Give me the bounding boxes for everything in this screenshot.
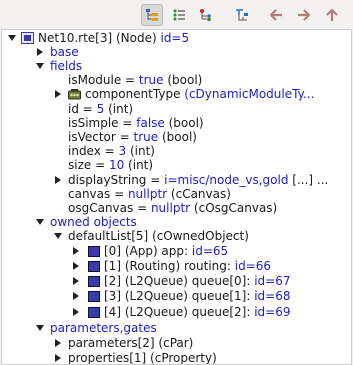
chevron-right-icon[interactable]: [72, 308, 80, 316]
arrow-up-icon: [326, 8, 338, 21]
chevron-right-icon[interactable]: [54, 339, 62, 347]
group-parameters-gates-label: parameters,gates: [50, 321, 157, 335]
chevron-right-icon[interactable]: [72, 292, 80, 300]
chevron-right-icon[interactable]: [72, 277, 80, 285]
module-icon: [88, 307, 100, 318]
flat-list-icon: [173, 9, 185, 21]
field-value: (cDynamicModuleTy...: [184, 87, 315, 101]
chevron-right-icon[interactable]: [72, 247, 80, 255]
properties-label: properties[1] (cProperty): [68, 351, 217, 365]
field-name: isSimple =: [68, 116, 137, 130]
item-label: [2] (L2Queue) queue[0]:: [104, 274, 255, 288]
chevron-right-icon[interactable]: [54, 176, 62, 184]
field-type: (bool): [163, 73, 203, 87]
field-componentType[interactable]: componentType (cDynamicModuleTy...: [2, 86, 351, 102]
component-type-icon: [68, 89, 81, 100]
field-type: (int): [124, 158, 154, 172]
inheritance-view-button[interactable]: [231, 4, 253, 26]
module-icon: [88, 246, 100, 257]
module-icon: [21, 32, 34, 44]
arrow-left-icon: [269, 9, 282, 21]
field-value: i=misc/node_vs,gold: [164, 173, 289, 187]
inheritance-tree-icon: [236, 9, 248, 21]
list-item[interactable]: [3] (L2Queue) queue[1]: id=68: [2, 288, 351, 304]
chevron-right-icon[interactable]: [54, 354, 62, 362]
item-id: id=68: [254, 289, 291, 303]
field-type: (bool): [158, 130, 197, 144]
chevron-right-icon[interactable]: [54, 90, 62, 98]
field-value: true: [133, 130, 159, 144]
item-id: id=69: [254, 305, 291, 319]
field-type: (bool): [164, 116, 204, 130]
field-name: isModule =: [68, 73, 139, 87]
field-value: true: [138, 73, 164, 87]
list-item[interactable]: [4] (L2Queue) queue[2]: id=69: [2, 304, 351, 320]
field-type: (cOsgCanvas): [190, 201, 278, 215]
chevron-down-icon[interactable]: [8, 34, 16, 42]
field-type: [...] ...: [288, 173, 329, 187]
group-by-category-button[interactable]: [141, 4, 163, 26]
children-tree-icon: [200, 9, 211, 22]
field-name: osgCanvas =: [68, 201, 151, 215]
field-value: 10: [108, 158, 125, 172]
flat-view-button[interactable]: [168, 4, 190, 26]
field-size[interactable]: size = 10 (int): [2, 157, 351, 173]
item-label: [4] (L2Queue) queue[2]:: [104, 305, 255, 319]
parameters-label: parameters[2] (cPar): [68, 336, 194, 350]
tree-node-parameters[interactable]: parameters[2] (cPar): [2, 335, 351, 351]
field-name: index =: [68, 144, 119, 158]
arrow-right-icon: [298, 9, 311, 21]
module-icon: [88, 276, 100, 287]
field-name: canvas =: [68, 187, 128, 201]
module-icon: [88, 261, 100, 272]
field-value: 3: [118, 144, 127, 158]
field-type: (int): [126, 144, 155, 158]
field-value: nullptr: [127, 187, 168, 201]
children-view-button[interactable]: [195, 4, 217, 26]
field-value: nullptr: [150, 201, 191, 215]
object-inspector-tree[interactable]: Net10.rte[3] (Node) id=5 base fields isM…: [1, 29, 352, 365]
chevron-down-icon[interactable]: [54, 232, 62, 240]
list-item[interactable]: [0] (App) app: id=65: [2, 243, 351, 259]
chevron-right-icon[interactable]: [72, 262, 80, 270]
item-id: id=66: [234, 259, 272, 273]
tree-node-parameters-gates[interactable]: parameters,gates: [2, 320, 351, 336]
item-label: [3] (L2Queue) queue[1]:: [104, 289, 255, 303]
list-item[interactable]: [1] (Routing) routing: id=66: [2, 258, 351, 274]
item-label: [0] (App) app:: [104, 244, 192, 258]
item-id: id=65: [191, 244, 229, 258]
field-name: displayString =: [68, 173, 165, 187]
tree-node-defaultList[interactable]: defaultList[5] (cOwnedObject): [2, 228, 351, 244]
defaultList-label: defaultList[5] (cOwnedObject): [68, 229, 249, 243]
field-type: (int): [104, 102, 134, 116]
chevron-down-icon[interactable]: [36, 62, 44, 70]
item-label: [1] (Routing) routing:: [104, 259, 235, 273]
field-name: id =: [68, 102, 97, 116]
field-value: false: [136, 116, 165, 130]
root-label: Net10.rte[3] (Node): [38, 31, 161, 45]
back-button[interactable]: [265, 4, 287, 26]
chevron-down-icon[interactable]: [36, 324, 44, 332]
chevron-right-icon[interactable]: [36, 48, 44, 56]
forward-button[interactable]: [293, 4, 315, 26]
field-name: componentType: [85, 87, 185, 101]
field-name: isVector =: [68, 130, 134, 144]
chevron-down-icon[interactable]: [36, 218, 44, 226]
field-name: size =: [68, 158, 109, 172]
tree-node-properties[interactable]: properties[1] (cProperty): [2, 350, 351, 365]
root-id: id=5: [160, 31, 190, 45]
list-item[interactable]: [2] (L2Queue) queue[0]: id=67: [2, 273, 351, 289]
item-id: id=67: [254, 274, 291, 288]
toolbar: [0, 0, 353, 29]
field-type: (cCanvas): [167, 187, 231, 201]
category-tree-icon: [146, 9, 158, 21]
module-icon: [88, 291, 100, 302]
up-button[interactable]: [321, 4, 343, 26]
